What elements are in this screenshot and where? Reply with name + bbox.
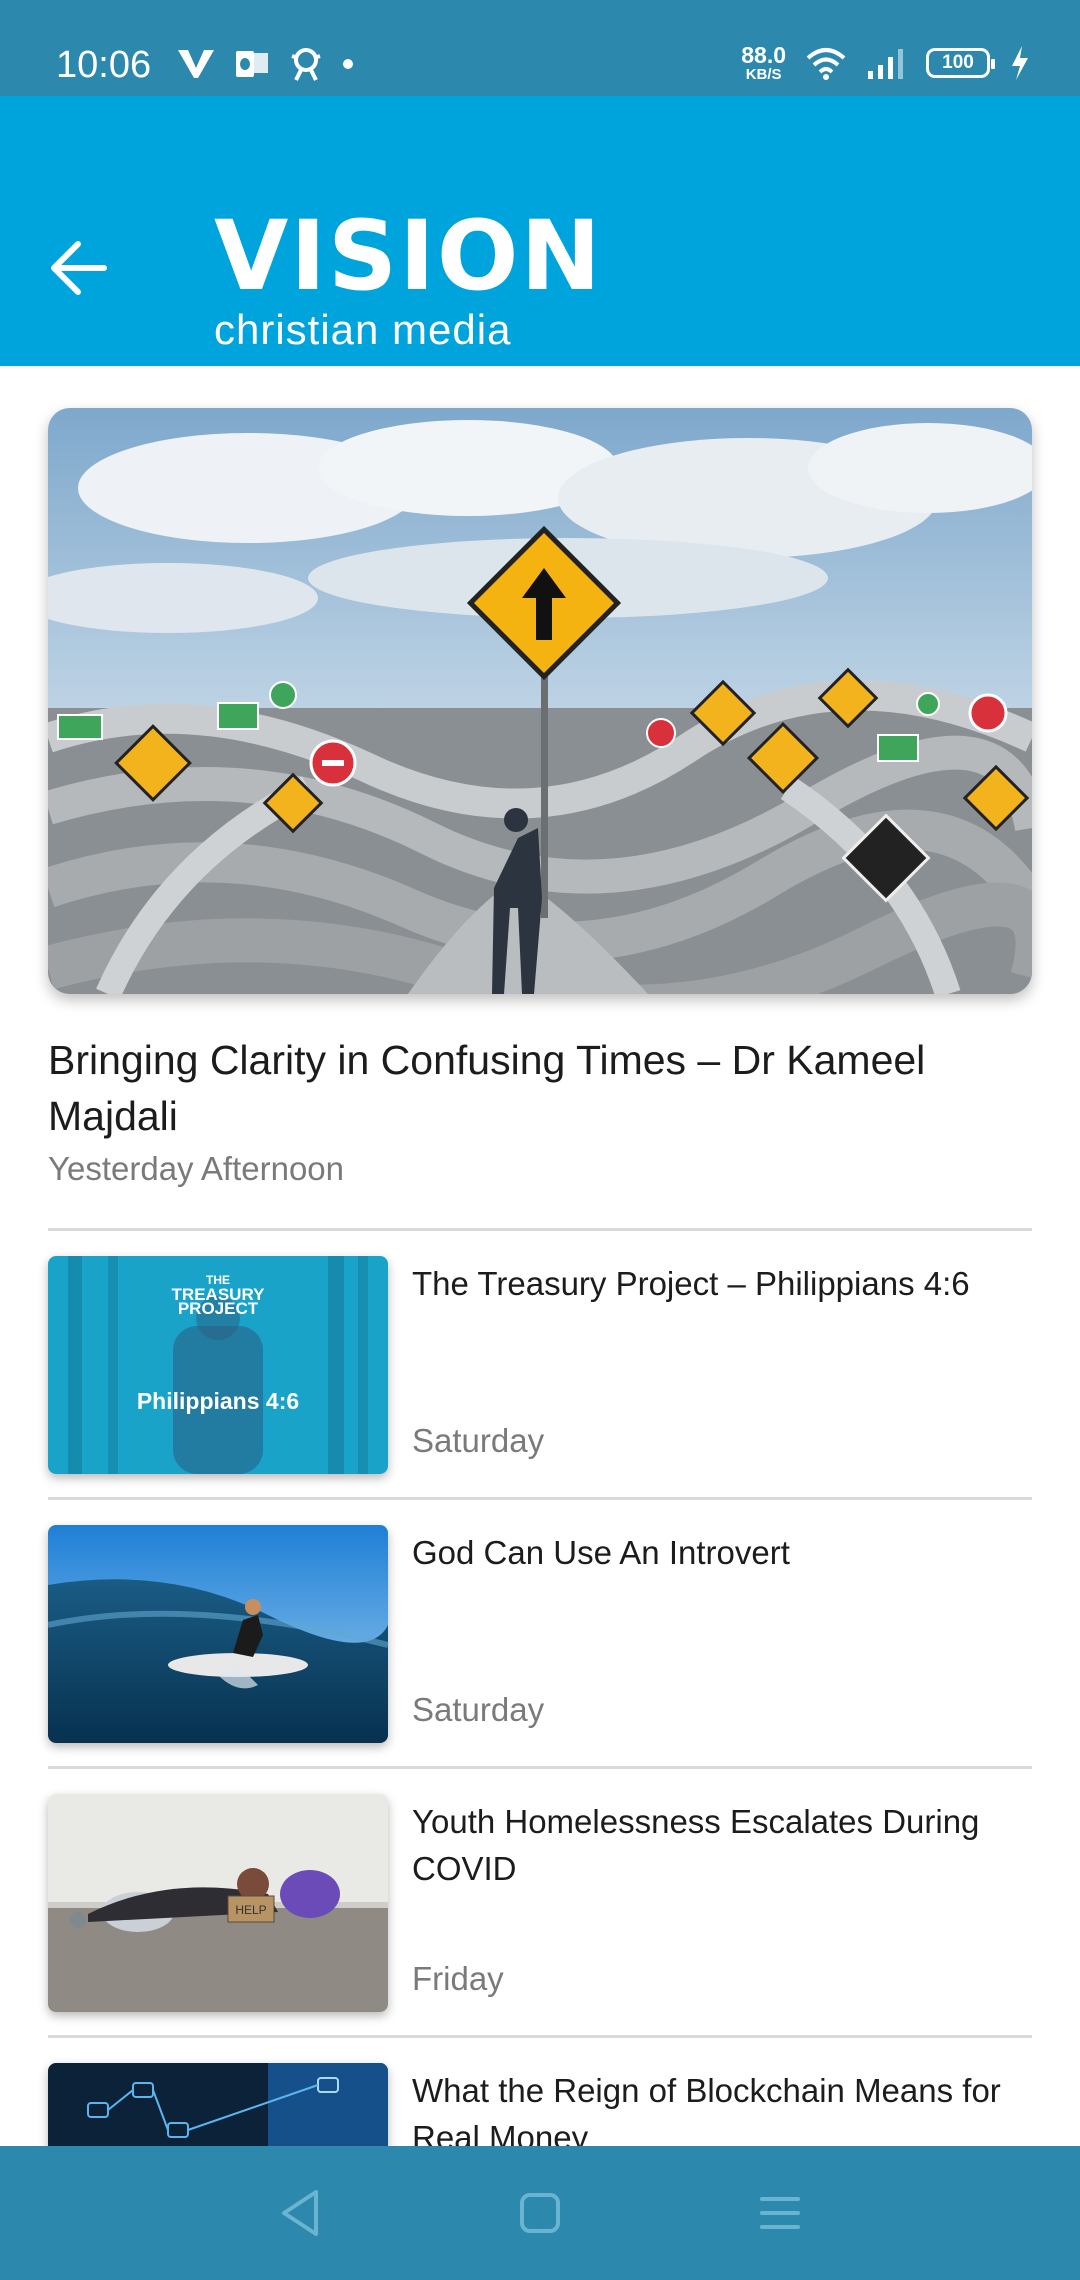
network-speed-unit: KB/S — [745, 66, 782, 83]
article-date: Friday — [412, 1960, 504, 1997]
wifi-icon — [806, 48, 846, 80]
article-thumbnail[interactable]: HELP — [48, 1794, 388, 2012]
divider — [48, 1497, 1032, 1500]
notification-icons — [176, 46, 354, 82]
list-item[interactable]: HELP Youth Homelessness Escalates During… — [48, 1794, 1032, 2014]
status-indicators: 88.0 KB/S 100 — [741, 44, 1030, 82]
featured-image[interactable] — [48, 408, 1032, 994]
network-speed-value: 88.0 — [741, 42, 786, 68]
system-nav-bar — [0, 2146, 1080, 2280]
list-item[interactable]: THE TREASURY PROJECT Philippians 4:6 The… — [48, 1256, 1032, 1476]
featured-image-art — [48, 408, 1032, 994]
list-item[interactable]: God Can Use An Introvert Saturday — [48, 1525, 1032, 1745]
article-thumbnail[interactable]: THE TREASURY PROJECT Philippians 4:6 — [48, 1256, 388, 1474]
back-button[interactable] — [36, 226, 120, 310]
vision-logo: VISION christian media — [214, 208, 603, 354]
thumb-heading-line3: PROJECT — [178, 1299, 259, 1318]
divider — [48, 2035, 1032, 2038]
featured-title[interactable]: Bringing Clarity in Confusing Times – Dr… — [48, 1032, 1038, 1144]
article-date: Saturday — [412, 1691, 545, 1728]
surfer-thumbnail-art — [48, 1525, 388, 1743]
outlook-icon — [236, 51, 268, 77]
more-notifications-dot-icon — [343, 59, 353, 69]
divider — [48, 1228, 1032, 1231]
article-thumbnail[interactable] — [48, 1525, 388, 1743]
article-date: Saturday — [412, 1422, 545, 1459]
article-title[interactable]: Youth Homelessness Escalates During COVI… — [412, 1798, 1032, 1892]
article-title[interactable]: The Treasury Project – Philippians 4:6 — [412, 1260, 1032, 1307]
nav-back-button[interactable] — [260, 2173, 340, 2253]
app-bar: VISION christian media — [0, 96, 1080, 366]
lines-menu-icon — [760, 2197, 800, 2229]
arrow-left-icon — [51, 241, 107, 295]
thumb-caption: Philippians 4:6 — [137, 1388, 299, 1414]
charging-bolt-icon — [1012, 46, 1028, 80]
nav-menu-button[interactable] — [740, 2173, 820, 2253]
blockchain-thumbnail-art — [48, 2063, 388, 2146]
screen: 10:06 88.0 KB/S 100 VISION christian med… — [0, 0, 1080, 2280]
battery-indicator: 100 — [926, 48, 995, 78]
divider — [48, 1766, 1032, 1769]
article-thumbnail[interactable] — [48, 2063, 388, 2146]
treasury-project-thumbnail-art: THE TREASURY PROJECT Philippians 4:6 — [48, 1256, 388, 1474]
article-list: Bringing Clarity in Confusing Times – Dr… — [0, 366, 1080, 2146]
network-speed: 88.0 KB/S — [741, 42, 786, 83]
logo-sub: christian media — [214, 306, 512, 353]
status-bar: 10:06 88.0 KB/S 100 — [0, 0, 1080, 96]
logo-main: VISION — [214, 200, 603, 312]
square-home-icon — [520, 2193, 560, 2233]
vision-notification-icon — [178, 50, 214, 78]
homeless-thumbnail-art: HELP — [48, 1794, 388, 2012]
signal-icon — [868, 49, 903, 79]
status-time: 10:06 — [56, 44, 152, 86]
nav-home-button[interactable] — [500, 2173, 580, 2253]
article-title[interactable]: God Can Use An Introvert — [412, 1529, 1032, 1576]
featured-date: Yesterday Afternoon — [48, 1150, 345, 1187]
triangle-back-icon — [282, 2190, 318, 2236]
app-notification-icon — [291, 48, 321, 81]
help-sign-text: HELP — [235, 1903, 266, 1917]
article-title[interactable]: What the Reign of Blockchain Means for R… — [412, 2067, 1032, 2146]
list-item[interactable]: What the Reign of Blockchain Means for R… — [48, 2063, 1032, 2146]
